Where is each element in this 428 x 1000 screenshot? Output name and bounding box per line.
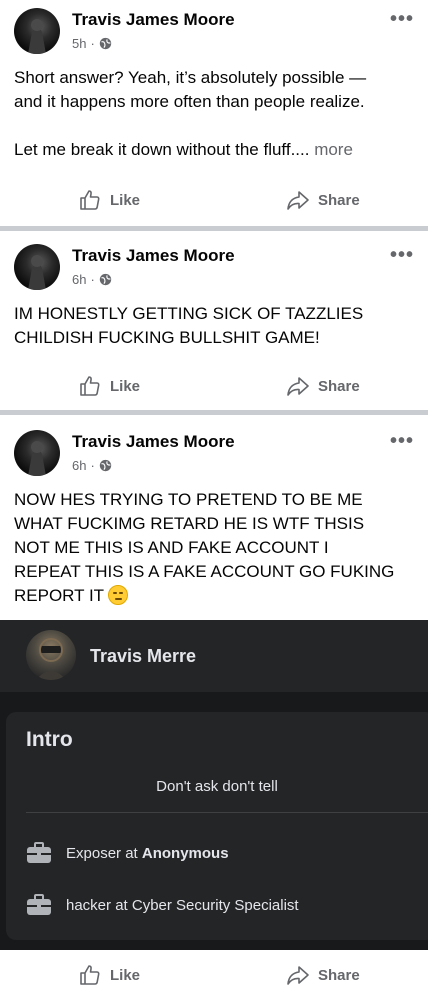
embedded-profile-screenshot: Travis Merre Intro Don't ask don't tell … [0,620,428,950]
post-meta: 5h · [72,36,112,51]
share-label: Share [318,377,360,395]
post-text-line: IM HONESTLY GETTING SICK OF TAZZLIES [14,304,364,323]
thumbs-up-icon [80,190,100,210]
avatar[interactable] [14,430,60,476]
meta-separator: · [90,458,95,473]
globe-icon [99,37,111,50]
post-header: Travis James Moore 6h · ••• [14,244,428,294]
post-divider [0,410,428,415]
post-actions: Like Share [0,366,428,406]
see-more-link[interactable]: more [314,140,353,159]
like-label: Like [110,966,141,984]
author-name[interactable]: Travis James Moore [72,10,235,30]
work-text: Exposer at Anonymous [66,845,229,862]
post-text-line: REPORT IT [14,584,414,608]
post-3: Travis James Moore 6h · ••• NOW HES TRYI… [0,422,428,620]
post-text-line: and it happens more often than people re… [14,92,365,111]
like-label: Like [110,377,141,395]
more-options-icon[interactable]: ••• [390,8,414,31]
post-time[interactable]: 6h [72,458,86,473]
like-button[interactable]: Like [78,366,140,406]
like-button[interactable]: Like [78,180,140,220]
intro-card: Intro Don't ask don't tell Exposer at An… [6,712,428,940]
meta-separator: · [90,36,95,51]
post-text-line: Short answer? Yeah, it’s absolutely poss… [14,68,367,87]
post-text-fragment: Let me break it down without the fluff..… [14,140,315,159]
post-text: Short answer? Yeah, it’s absolutely poss… [14,66,414,162]
post-time[interactable]: 5h [72,36,86,51]
share-icon [287,377,309,396]
work-text: hacker at Cyber Security Specialist [66,896,299,914]
post-text: NOW HES TRYING TO PRETEND TO BE ME WHAT … [14,488,414,608]
share-icon [287,966,309,985]
share-label: Share [318,966,360,984]
author-name[interactable]: Travis James Moore [72,432,235,452]
post-header: Travis James Moore 6h · ••• [14,430,428,480]
post-meta: 6h · [72,458,112,473]
post-actions: Like Share [0,955,428,997]
more-options-icon[interactable]: ••• [390,430,414,453]
profile-name[interactable]: Travis Merre [90,646,196,667]
post-text-fragment: REPORT IT [14,586,109,605]
profile-header: Travis Merre [0,620,428,692]
intro-divider [26,812,428,813]
share-button[interactable]: Share [286,366,360,406]
more-options-icon[interactable]: ••• [390,244,414,267]
briefcase-icon [27,842,51,863]
post-text-line: CHILDISH FUCKING BULLSHIT GAME! [14,328,320,347]
profile-bio: Don't ask don't tell [156,778,278,795]
thumbs-up-icon [80,376,100,396]
profile-avatar[interactable] [26,630,76,680]
post-time[interactable]: 6h [72,272,86,287]
post-divider [0,226,428,231]
post-text: IM HONESTLY GETTING SICK OF TAZZLIES CHI… [14,302,414,350]
post-text-line: REPEAT THIS IS A FAKE ACCOUNT GO FUKING [14,562,395,581]
post-header: Travis James Moore 5h · ••• [14,8,428,58]
intro-title: Intro [26,728,73,751]
share-button[interactable]: Share [286,180,360,220]
globe-icon [99,273,111,286]
meta-separator: · [90,272,95,287]
post-text-line: NOW HES TRYING TO PRETEND TO BE ME [14,490,363,509]
post-2: Travis James Moore 6h · ••• IM HONESTLY … [0,236,428,410]
post-1: Travis James Moore 5h · ••• Short answer… [0,0,428,226]
author-name[interactable]: Travis James Moore [72,246,235,266]
post-text-line: NOT ME THIS IS AND FAKE ACCOUNT I [14,538,329,557]
share-label: Share [318,191,360,209]
post-text-line: Let me break it down without the fluff..… [14,138,414,162]
work-item: hacker at Cyber Security Specialist [26,890,299,920]
briefcase-icon [27,894,51,915]
relieved-face-emoji-icon [108,585,129,605]
globe-icon [99,459,111,472]
avatar[interactable] [14,8,60,54]
thumbs-up-icon [80,965,100,985]
work-item: Exposer at Anonymous [26,838,229,868]
work-role: Exposer at [66,844,142,862]
post-meta: 6h · [72,272,112,287]
post-actions: Like Share [0,180,428,220]
share-button[interactable]: Share [286,955,360,995]
work-org[interactable]: Anonymous [142,845,229,862]
post-text-line: WHAT FUCKIMG RETARD HE IS WTF THSIS [14,514,365,533]
like-button[interactable]: Like [78,955,140,995]
avatar[interactable] [14,244,60,290]
like-label: Like [110,191,141,209]
share-icon [287,191,309,210]
